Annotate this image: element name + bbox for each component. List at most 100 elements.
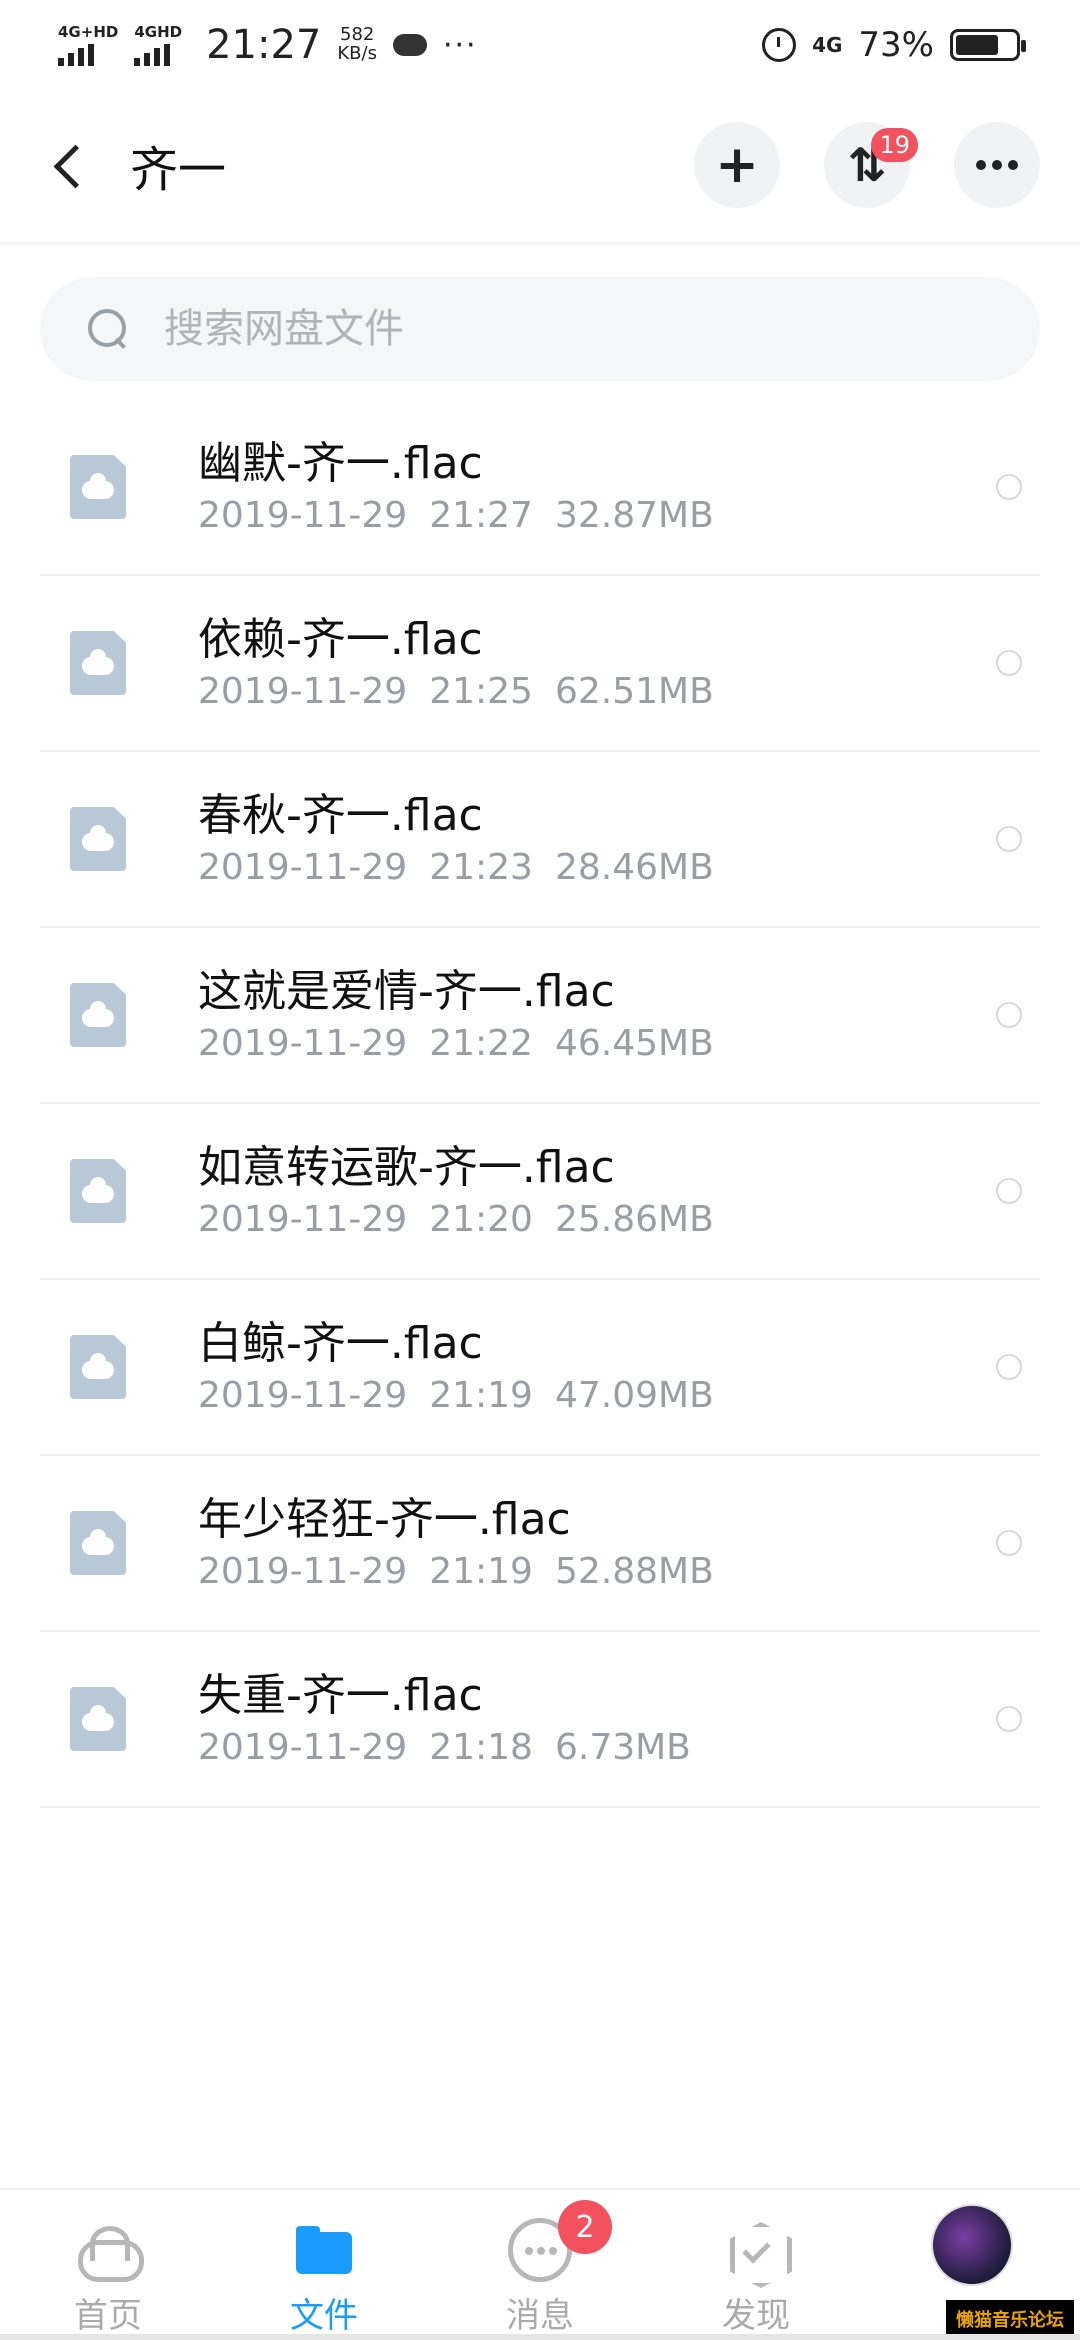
- file-meta: 2019-11-29 21:23 28.46MB: [198, 847, 736, 888]
- tab-profile[interactable]: [872, 2204, 1072, 2286]
- select-checkbox[interactable]: [996, 1354, 1022, 1380]
- file-meta: 2019-11-29 21:22 46.45MB: [198, 1023, 736, 1064]
- select-checkbox[interactable]: [996, 474, 1022, 500]
- file-meta: 2019-11-29 21:19 47.09MB: [198, 1375, 736, 1416]
- tab-files[interactable]: 文件: [224, 2218, 424, 2337]
- tab-messages[interactable]: 2 消息: [440, 2200, 640, 2337]
- file-size: 47.09MB: [554, 1374, 714, 1416]
- network-speed: 582 KB/s: [337, 25, 377, 64]
- file-date: 2019-11-29: [198, 846, 408, 888]
- file-text: 幽默-齐一.flac 2019-11-29 21:27 32.87MB: [198, 438, 736, 536]
- weather-cloud-icon: [392, 34, 427, 56]
- file-name: 春秋-齐一.flac: [198, 790, 483, 842]
- file-size: 52.88MB: [554, 1550, 714, 1592]
- file-text: 春秋-齐一.flac 2019-11-29 21:23 28.46MB: [198, 790, 736, 888]
- file-time: 21:23: [429, 846, 533, 888]
- battery-icon: [950, 29, 1026, 61]
- tab-home[interactable]: 首页: [8, 2218, 208, 2337]
- file-size: 6.73MB: [554, 1726, 691, 1768]
- select-checkbox[interactable]: [996, 650, 1022, 676]
- select-checkbox[interactable]: [996, 1530, 1022, 1556]
- audio-file-icon: [70, 1159, 126, 1223]
- messages-badge: 2: [558, 2200, 612, 2254]
- file-name: 失重-齐一.flac: [198, 1670, 483, 1722]
- file-row[interactable]: 年少轻狂-齐一.flac 2019-11-29 21:19 52.88MB: [40, 1456, 1040, 1632]
- bottom-tab-bar: 首页 文件 2 消息 发现 懒猫音乐论坛: [0, 2188, 1080, 2340]
- status-right: 4G 73%: [762, 25, 1026, 65]
- file-text: 如意转运歌-齐一.flac 2019-11-29 21:20 25.86MB: [198, 1142, 736, 1240]
- file-meta: 2019-11-29 21:19 52.88MB: [198, 1551, 736, 1592]
- file-time: 21:25: [429, 670, 533, 712]
- signal-bars-icon: [58, 43, 94, 66]
- page-title: 齐一: [130, 142, 227, 198]
- file-name: 这就是爱情-齐一.flac: [198, 966, 615, 1018]
- add-button[interactable]: +: [694, 122, 780, 208]
- select-checkbox[interactable]: [996, 826, 1022, 852]
- file-date: 2019-11-29: [198, 494, 408, 536]
- file-meta: 2019-11-29 21:25 62.51MB: [198, 671, 736, 712]
- home-indicator: [0, 2334, 1080, 2340]
- file-name: 年少轻狂-齐一.flac: [198, 1494, 571, 1546]
- tab-discover-label: 发现: [722, 2296, 790, 2336]
- battery-percent: 73%: [858, 25, 934, 65]
- file-size: 28.46MB: [554, 846, 714, 888]
- sim2-signal: 4GHD: [134, 22, 183, 66]
- sim2-label: 4GHD: [134, 22, 183, 41]
- audio-file-icon: [70, 455, 126, 519]
- file-date: 2019-11-29: [198, 670, 408, 712]
- tab-messages-label: 消息: [506, 2296, 574, 2336]
- select-checkbox[interactable]: [996, 1002, 1022, 1028]
- file-size: 32.87MB: [554, 494, 714, 536]
- file-name: 依赖-齐一.flac: [198, 614, 483, 666]
- more-button[interactable]: [954, 122, 1040, 208]
- file-text: 年少轻狂-齐一.flac 2019-11-29 21:19 52.88MB: [198, 1494, 736, 1592]
- file-row[interactable]: 如意转运歌-齐一.flac 2019-11-29 21:20 25.86MB: [40, 1104, 1040, 1280]
- file-date: 2019-11-29: [198, 1198, 408, 1240]
- file-row[interactable]: 依赖-齐一.flac 2019-11-29 21:25 62.51MB: [40, 576, 1040, 752]
- select-checkbox[interactable]: [996, 1706, 1022, 1732]
- home-cloud-icon: [76, 2218, 144, 2282]
- audio-file-icon: [70, 631, 126, 695]
- alarm-icon: [762, 28, 797, 62]
- top-header: 齐一 + ⇅ 19: [0, 105, 1080, 225]
- search-icon: [88, 309, 128, 349]
- file-text: 依赖-齐一.flac 2019-11-29 21:25 62.51MB: [198, 614, 736, 712]
- search-bar[interactable]: [40, 277, 1040, 381]
- avatar: [931, 2204, 1013, 2286]
- sim1-signal: 4G+HD: [58, 24, 118, 66]
- audio-file-icon: [70, 983, 126, 1047]
- file-meta: 2019-11-29 21:20 25.86MB: [198, 1199, 736, 1240]
- file-date: 2019-11-29: [198, 1550, 408, 1592]
- back-icon[interactable]: [50, 145, 90, 185]
- file-row[interactable]: 春秋-齐一.flac 2019-11-29 21:23 28.46MB: [40, 752, 1040, 928]
- file-row[interactable]: 幽默-齐一.flac 2019-11-29 21:27 32.87MB: [40, 400, 1040, 576]
- header-divider: [0, 242, 1080, 248]
- file-size: 46.45MB: [554, 1022, 714, 1064]
- audio-file-icon: [70, 1335, 126, 1399]
- file-time: 21:22: [429, 1022, 533, 1064]
- transfer-button[interactable]: ⇅ 19: [824, 122, 918, 208]
- search-input[interactable]: [162, 305, 962, 353]
- tab-home-label: 首页: [74, 2296, 142, 2336]
- tab-discover[interactable]: 发现: [656, 2218, 856, 2337]
- discover-icon: [724, 2218, 788, 2282]
- plus-icon: +: [715, 135, 759, 195]
- file-time: 21:19: [429, 1374, 533, 1416]
- file-size: 25.86MB: [554, 1198, 714, 1240]
- file-row[interactable]: 这就是爱情-齐一.flac 2019-11-29 21:22 46.45MB: [40, 928, 1040, 1104]
- more-notifications-icon: ···: [442, 27, 478, 63]
- status-time: 21:27: [206, 22, 322, 68]
- file-time: 21:20: [429, 1198, 533, 1240]
- file-row[interactable]: 失重-齐一.flac 2019-11-29 21:18 6.73MB: [40, 1632, 1040, 1808]
- file-size: 62.51MB: [554, 670, 714, 712]
- select-checkbox[interactable]: [996, 1178, 1022, 1204]
- file-text: 失重-齐一.flac 2019-11-29 21:18 6.73MB: [198, 1670, 713, 1768]
- file-date: 2019-11-29: [198, 1022, 408, 1064]
- tab-files-label: 文件: [290, 2296, 358, 2336]
- file-time: 21:18: [429, 1726, 533, 1768]
- more-dots-icon: [976, 160, 1018, 170]
- file-text: 这就是爱情-齐一.flac 2019-11-29 21:22 46.45MB: [198, 966, 736, 1064]
- audio-file-icon: [70, 807, 126, 871]
- file-row[interactable]: 白鲸-齐一.flac 2019-11-29 21:19 47.09MB: [40, 1280, 1040, 1456]
- audio-file-icon: [70, 1687, 126, 1751]
